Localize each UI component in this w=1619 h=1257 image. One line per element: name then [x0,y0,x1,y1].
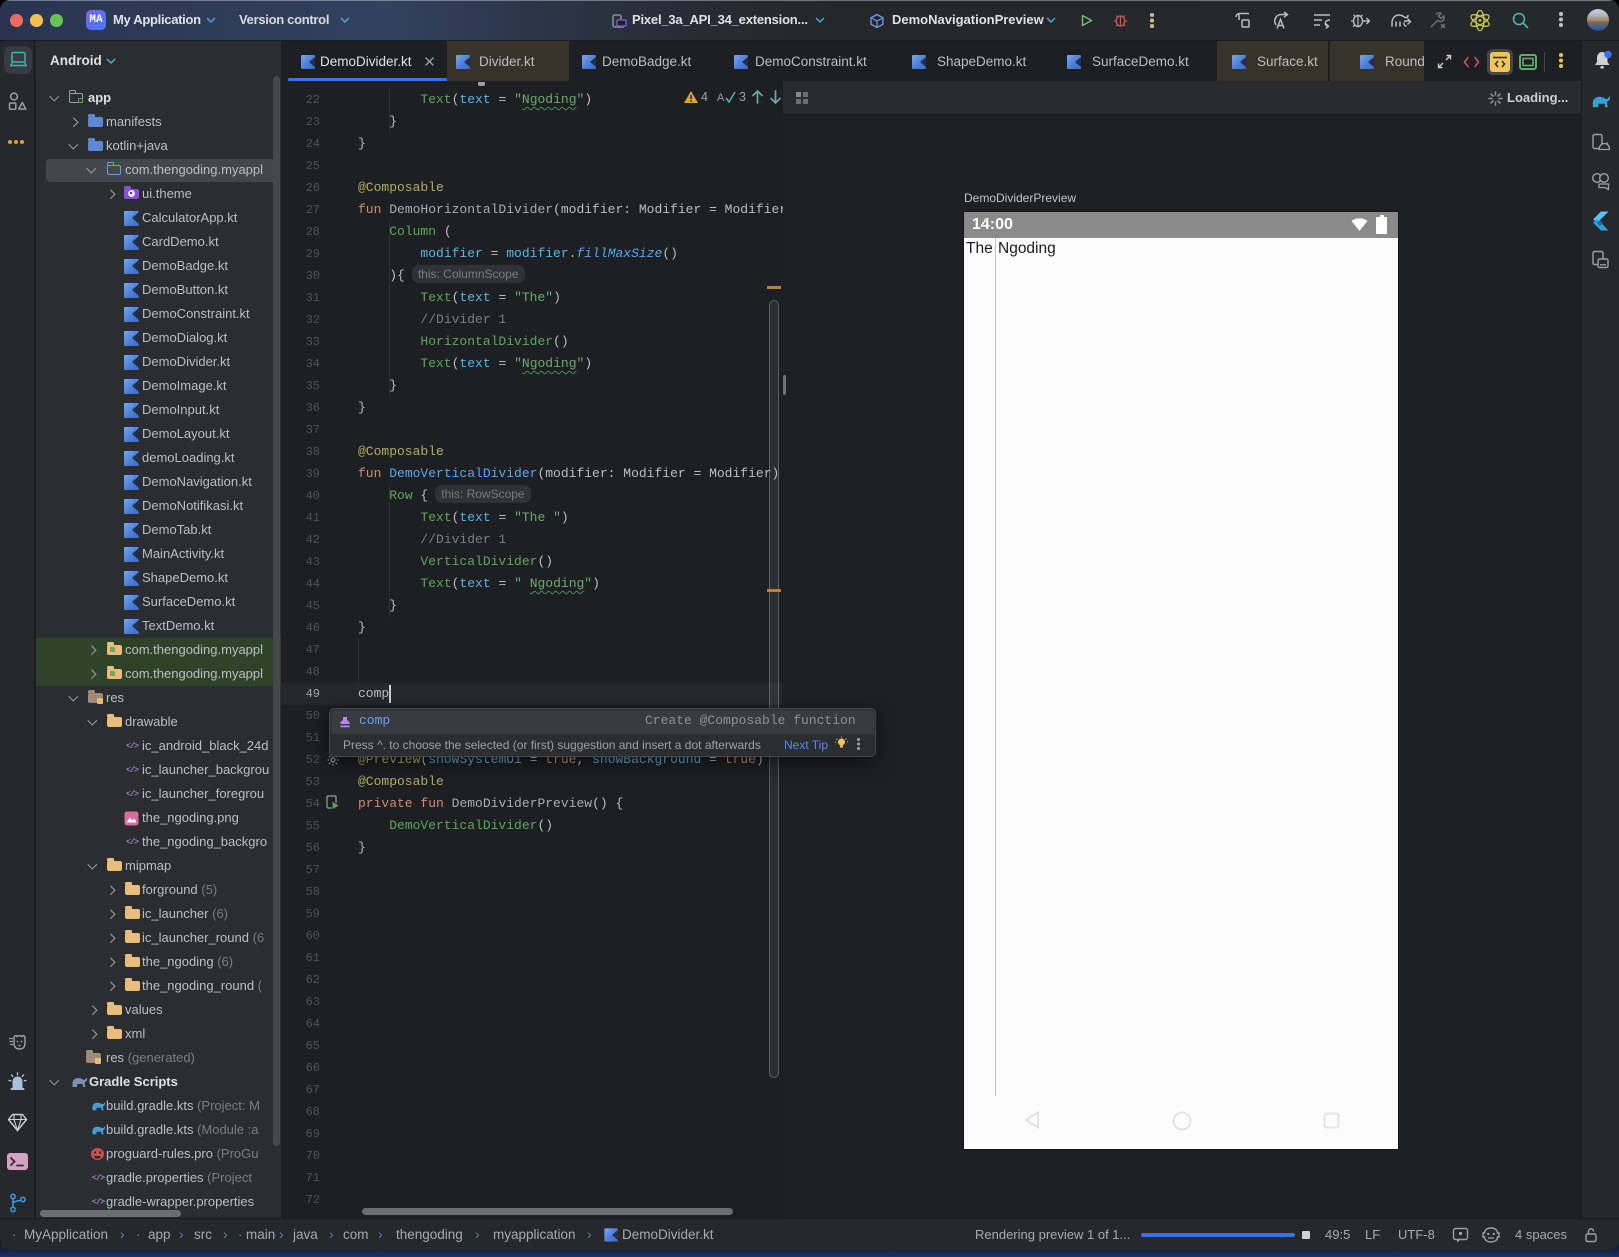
svg-text:A: A [717,92,725,104]
